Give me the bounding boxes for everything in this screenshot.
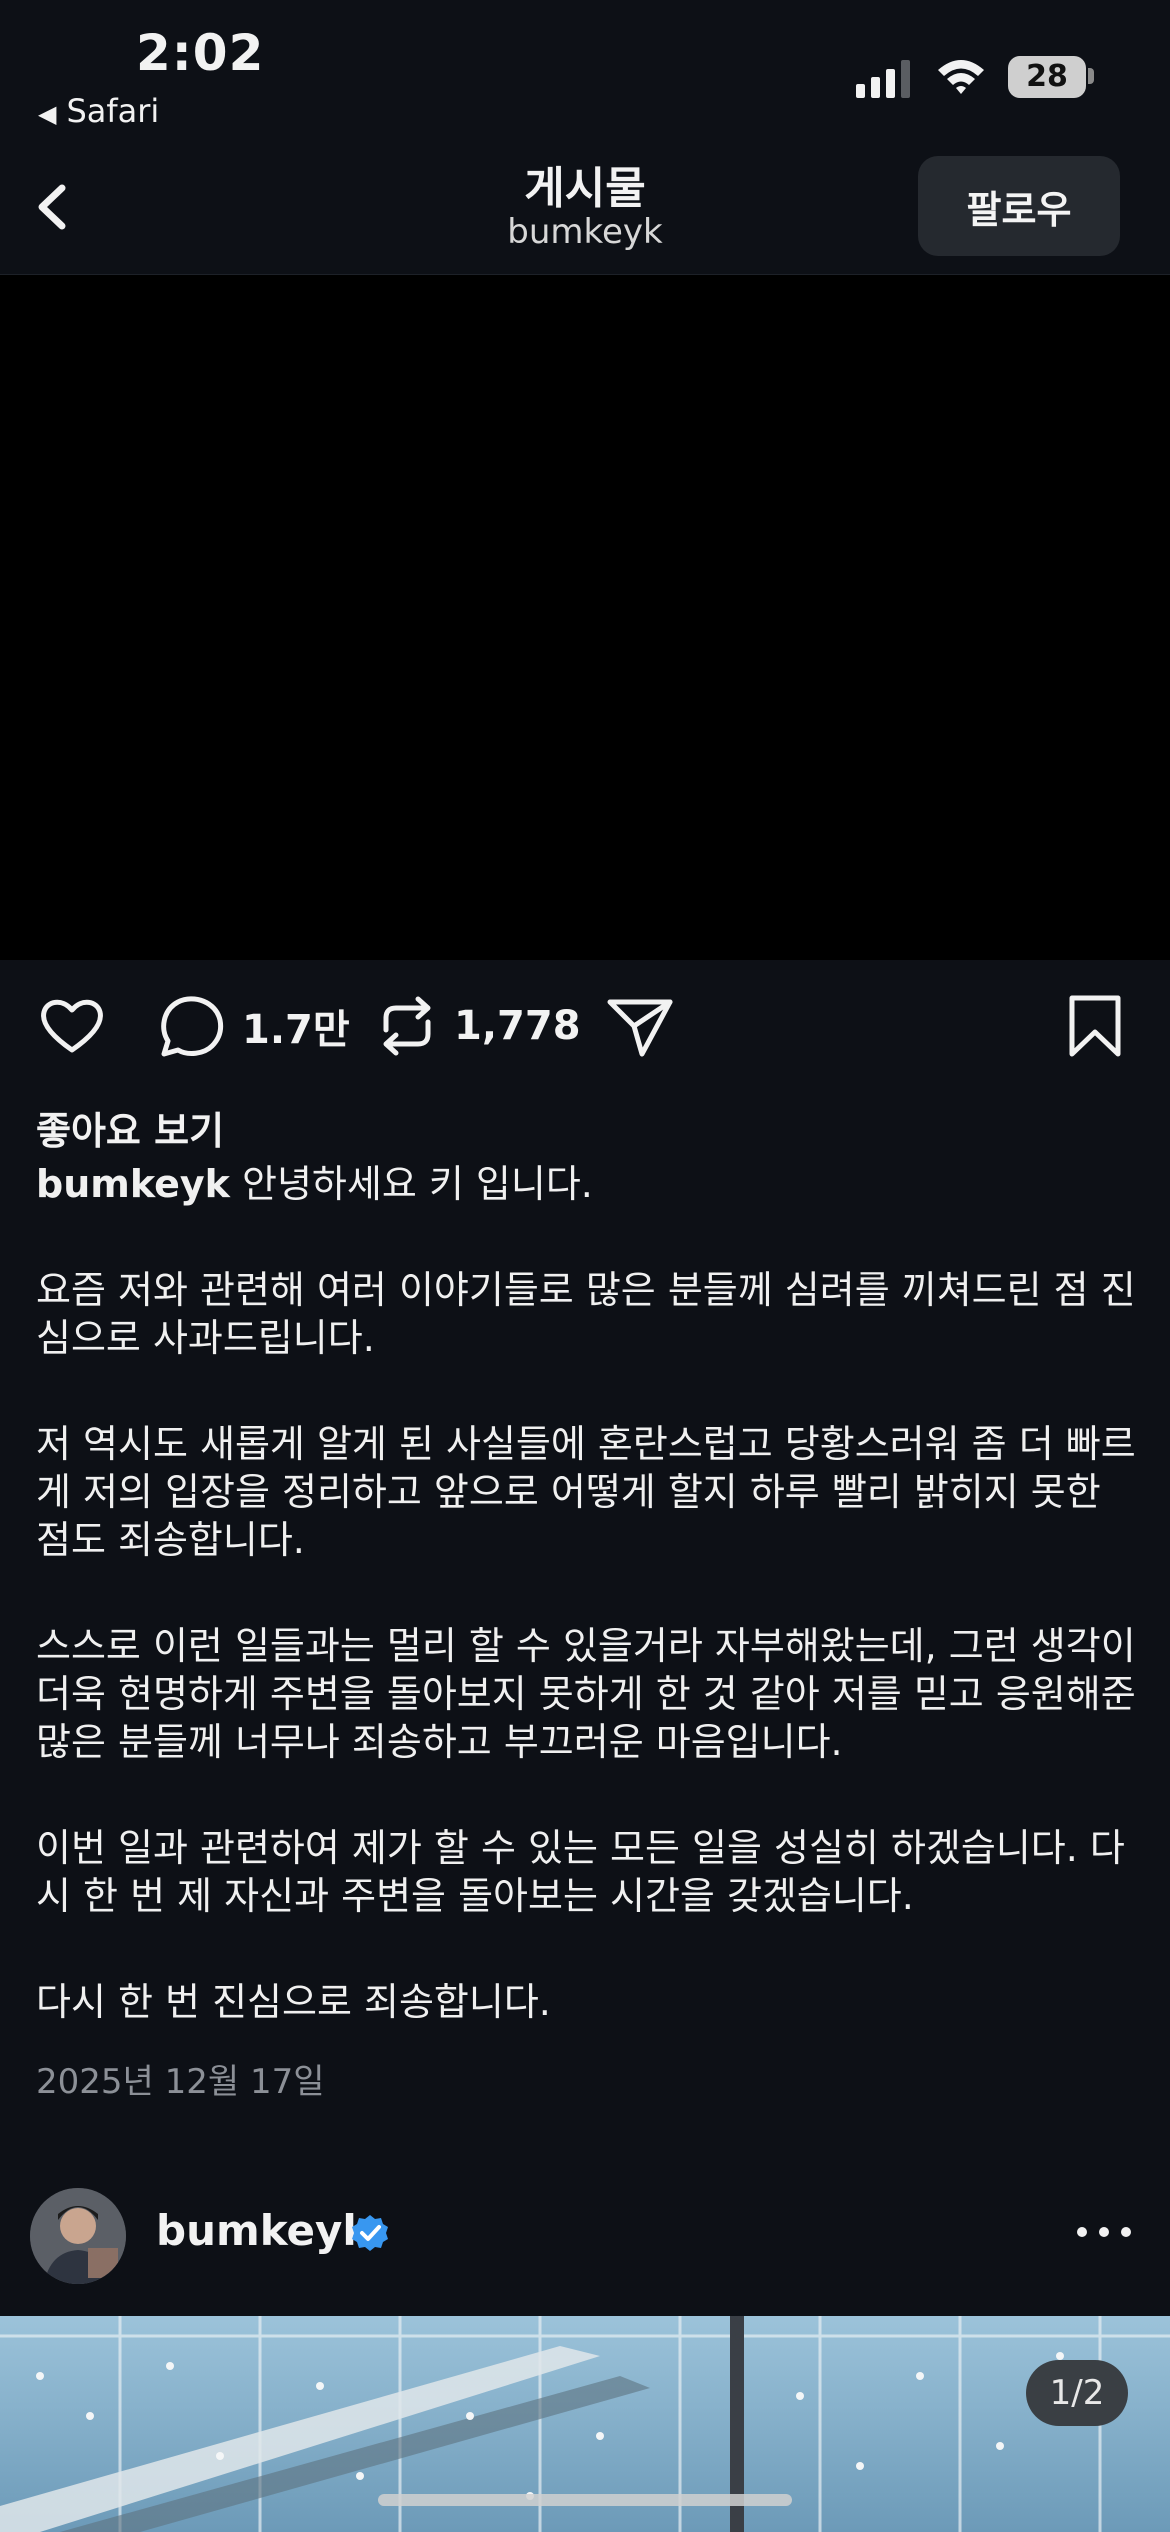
like-button[interactable]	[36, 990, 108, 1062]
caption-greeting: 안녕하세요 키 입니다.	[229, 1162, 593, 1206]
more-options-icon[interactable]	[1074, 2220, 1134, 2244]
back-app-label: Safari	[66, 92, 160, 130]
verified-badge-icon	[352, 2215, 388, 2251]
back-triangle-icon: ◀	[38, 100, 57, 128]
post-caption: bumkeyk 안녕하세요 키 입니다. 요즘 저와 관련해 여러 이야기들로 …	[36, 1160, 1146, 2026]
home-indicator[interactable]	[378, 2494, 792, 2506]
view-likes-link[interactable]: 좋아요 보기	[36, 1100, 224, 1155]
post-date: 2025년 12월 17일	[36, 2062, 325, 2102]
heart-icon	[41, 999, 103, 1053]
post-header: 게시물 bumkeyk 팔로우	[0, 140, 1170, 275]
caption-paragraph: 다시 한 번 진심으로 죄송합니다.	[36, 1980, 551, 2024]
status-bar: 2:02 ◀ Safari 28	[0, 0, 1170, 140]
carousel-page-indicator: 1/2	[1026, 2360, 1128, 2426]
battery-level: 28	[1008, 56, 1086, 98]
repost-icon	[383, 996, 431, 1056]
caption-username[interactable]: bumkeyk	[36, 1162, 230, 1206]
avatar[interactable]	[30, 2188, 126, 2284]
post-media[interactable]	[0, 275, 1170, 960]
comment-count: 1.7만	[242, 1007, 350, 1053]
caption-paragraph: 저 역시도 새롭게 알게 된 사실들에 혼란스럽고 당황스러워 좀 더 빠르게 …	[36, 1422, 1136, 1562]
caption-paragraph: 이번 일과 관련하여 제가 할 수 있는 모든 일을 성실히 하겠습니다. 다시…	[36, 1826, 1125, 1918]
comment-bubble-icon	[161, 996, 224, 1057]
next-post-username[interactable]: bumkeyk	[156, 2206, 370, 2255]
back-to-app-link[interactable]: ◀ Safari	[38, 92, 159, 130]
repost-button[interactable]: 1,778	[376, 990, 581, 1062]
status-time: 2:02	[136, 24, 265, 82]
cellular-signal-icon	[856, 60, 910, 98]
comment-button[interactable]: 1.7만	[158, 990, 350, 1062]
share-button[interactable]	[604, 990, 676, 1062]
caption-paragraph: 스스로 이런 일들과는 멀리 할 수 있을거라 자부해왔는데, 그런 생각이 더…	[36, 1624, 1136, 1764]
action-bar: 1.7만 1,778	[0, 990, 1170, 1070]
caption-paragraph: 요즘 저와 관련해 여러 이야기들로 많은 분들께 심려를 끼쳐드린 점 진심으…	[36, 1268, 1136, 1360]
battery-cap	[1088, 68, 1094, 84]
save-button[interactable]	[1064, 990, 1126, 1062]
wifi-icon	[938, 60, 984, 94]
follow-button[interactable]: 팔로우	[918, 156, 1120, 256]
battery-icon: 28	[1008, 56, 1094, 98]
bookmark-icon	[1069, 995, 1121, 1057]
send-paper-plane-icon	[607, 999, 673, 1057]
repost-count: 1,778	[454, 1003, 581, 1049]
avatar-photo-icon	[30, 2188, 126, 2284]
